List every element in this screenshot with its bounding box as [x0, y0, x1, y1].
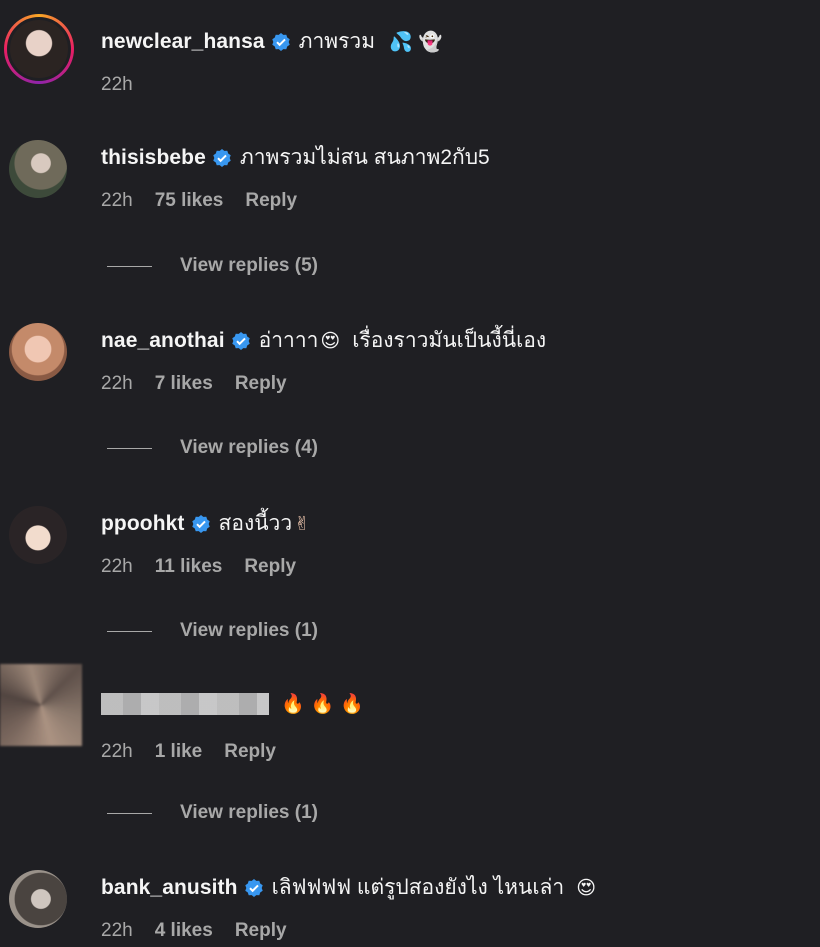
likes-count[interactable]: 75 likes: [155, 189, 224, 213]
timestamp: 22h: [101, 920, 133, 941]
reply-button[interactable]: Reply: [235, 372, 287, 396]
comment-text: เลิฟฟฟฟ แต่รูปสองยังไง ไหนเล่า: [271, 876, 565, 899]
comment-emoji: 😍: [576, 877, 597, 899]
reply-button[interactable]: Reply: [245, 189, 297, 213]
likes-count[interactable]: 7 likes: [155, 372, 213, 396]
reply-button[interactable]: Reply: [235, 919, 287, 943]
avatar[interactable]: [9, 140, 67, 198]
username[interactable]: nae_anothai: [101, 327, 225, 355]
reply-button[interactable]: Reply: [244, 555, 296, 579]
avatar[interactable]: [9, 870, 67, 928]
verified-badge-icon: [271, 33, 290, 51]
verified-badge-icon: [231, 332, 250, 350]
avatar[interactable]: [4, 14, 74, 84]
view-replies-button[interactable]: View replies (5): [107, 255, 318, 277]
pixelated-username: [101, 693, 269, 715]
view-replies-button[interactable]: View replies (1): [107, 802, 318, 824]
username[interactable]: thisisbebe: [101, 144, 206, 172]
view-replies-label: View replies (1): [180, 802, 318, 823]
username[interactable]: newclear_hansa: [101, 28, 265, 56]
reply-button[interactable]: Reply: [224, 740, 276, 764]
avatar[interactable]: [9, 506, 67, 564]
avatar[interactable]: [0, 664, 82, 746]
comment-text-continued: เรื่องราวมันเป็นงี้นี่เอง: [352, 329, 547, 352]
avatar[interactable]: [9, 323, 67, 381]
verified-badge-icon: [213, 149, 231, 167]
view-replies-label: View replies (4): [180, 437, 318, 458]
divider: [107, 812, 152, 814]
view-replies-label: View replies (5): [180, 255, 318, 276]
divider: [107, 265, 152, 267]
username[interactable]: bank_anusith: [101, 874, 238, 902]
timestamp: 22h: [101, 74, 133, 95]
comment-text: สองนี้วว: [218, 512, 293, 535]
comment-text: ภาพรวมไม่สน สนภาพ2กับ5: [239, 146, 490, 169]
divider: [107, 447, 152, 449]
divider: [107, 630, 152, 632]
timestamp: 22h: [101, 741, 133, 762]
view-replies-label: View replies (1): [180, 620, 318, 641]
timestamp: 22h: [101, 373, 133, 394]
comment-emoji: ✌: [294, 513, 311, 535]
view-replies-button[interactable]: View replies (4): [107, 437, 318, 459]
username[interactable]: ppoohkt: [101, 510, 185, 538]
timestamp: 22h: [101, 190, 133, 211]
likes-count[interactable]: 1 like: [155, 740, 203, 764]
view-replies-button[interactable]: View replies (1): [107, 620, 318, 642]
likes-count[interactable]: 11 likes: [155, 555, 223, 579]
comment-text: อ่าาาา: [258, 329, 319, 352]
comment-emoji: 💦 👻: [389, 31, 443, 53]
comment-text: ภาพรวม: [298, 30, 376, 53]
verified-badge-icon: [191, 515, 210, 533]
comments-list: newclear_hansa ภาพรวม 💦 👻 22h thisisbebe…: [0, 0, 820, 947]
timestamp: 22h: [101, 556, 133, 577]
verified-badge-icon: [244, 879, 263, 897]
comment-emoji: 😍: [320, 330, 341, 352]
likes-count[interactable]: 4 likes: [155, 919, 213, 943]
comment-emoji: 🔥 🔥 🔥: [281, 693, 365, 715]
